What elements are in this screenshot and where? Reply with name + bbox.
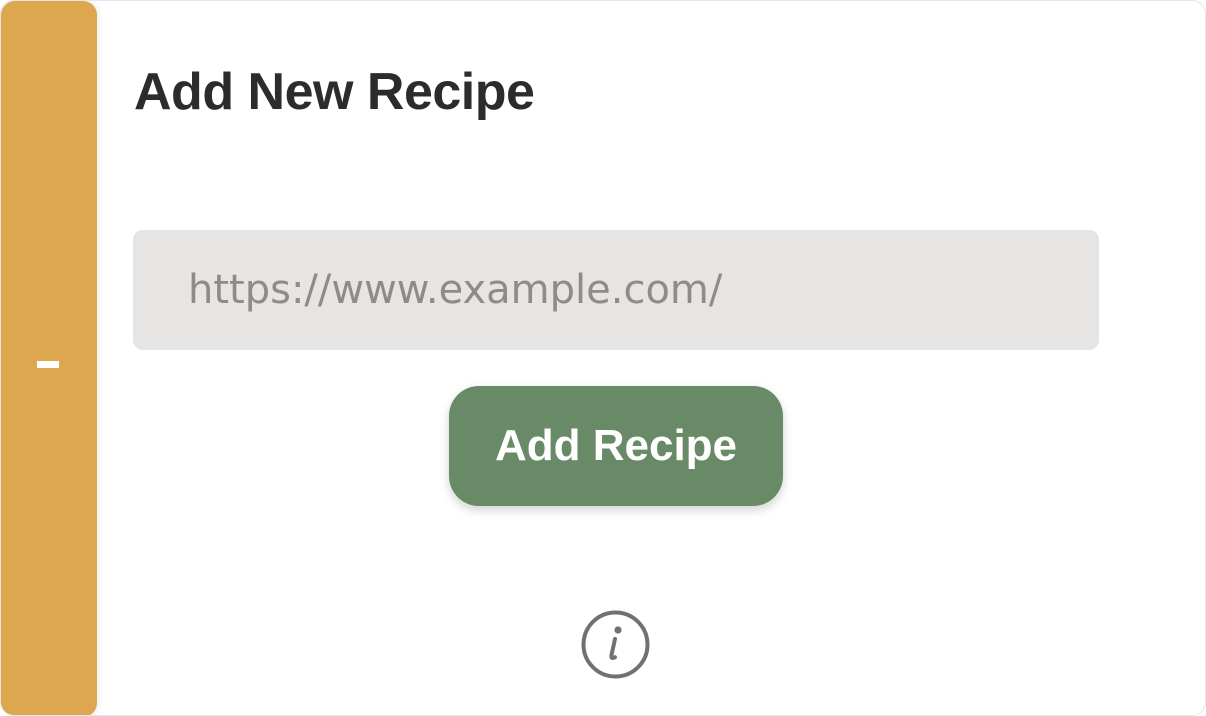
- collapse-panel-tab[interactable]: [1, 1, 97, 715]
- page-title: Add New Recipe: [134, 63, 535, 121]
- add-recipe-button[interactable]: Add Recipe: [449, 386, 783, 506]
- info-button[interactable]: [581, 610, 650, 679]
- info-icon: [581, 610, 650, 679]
- minus-icon: [37, 361, 59, 368]
- recipe-url-input[interactable]: [133, 230, 1099, 350]
- add-recipe-panel: Add New Recipe Add Recipe: [0, 0, 1206, 716]
